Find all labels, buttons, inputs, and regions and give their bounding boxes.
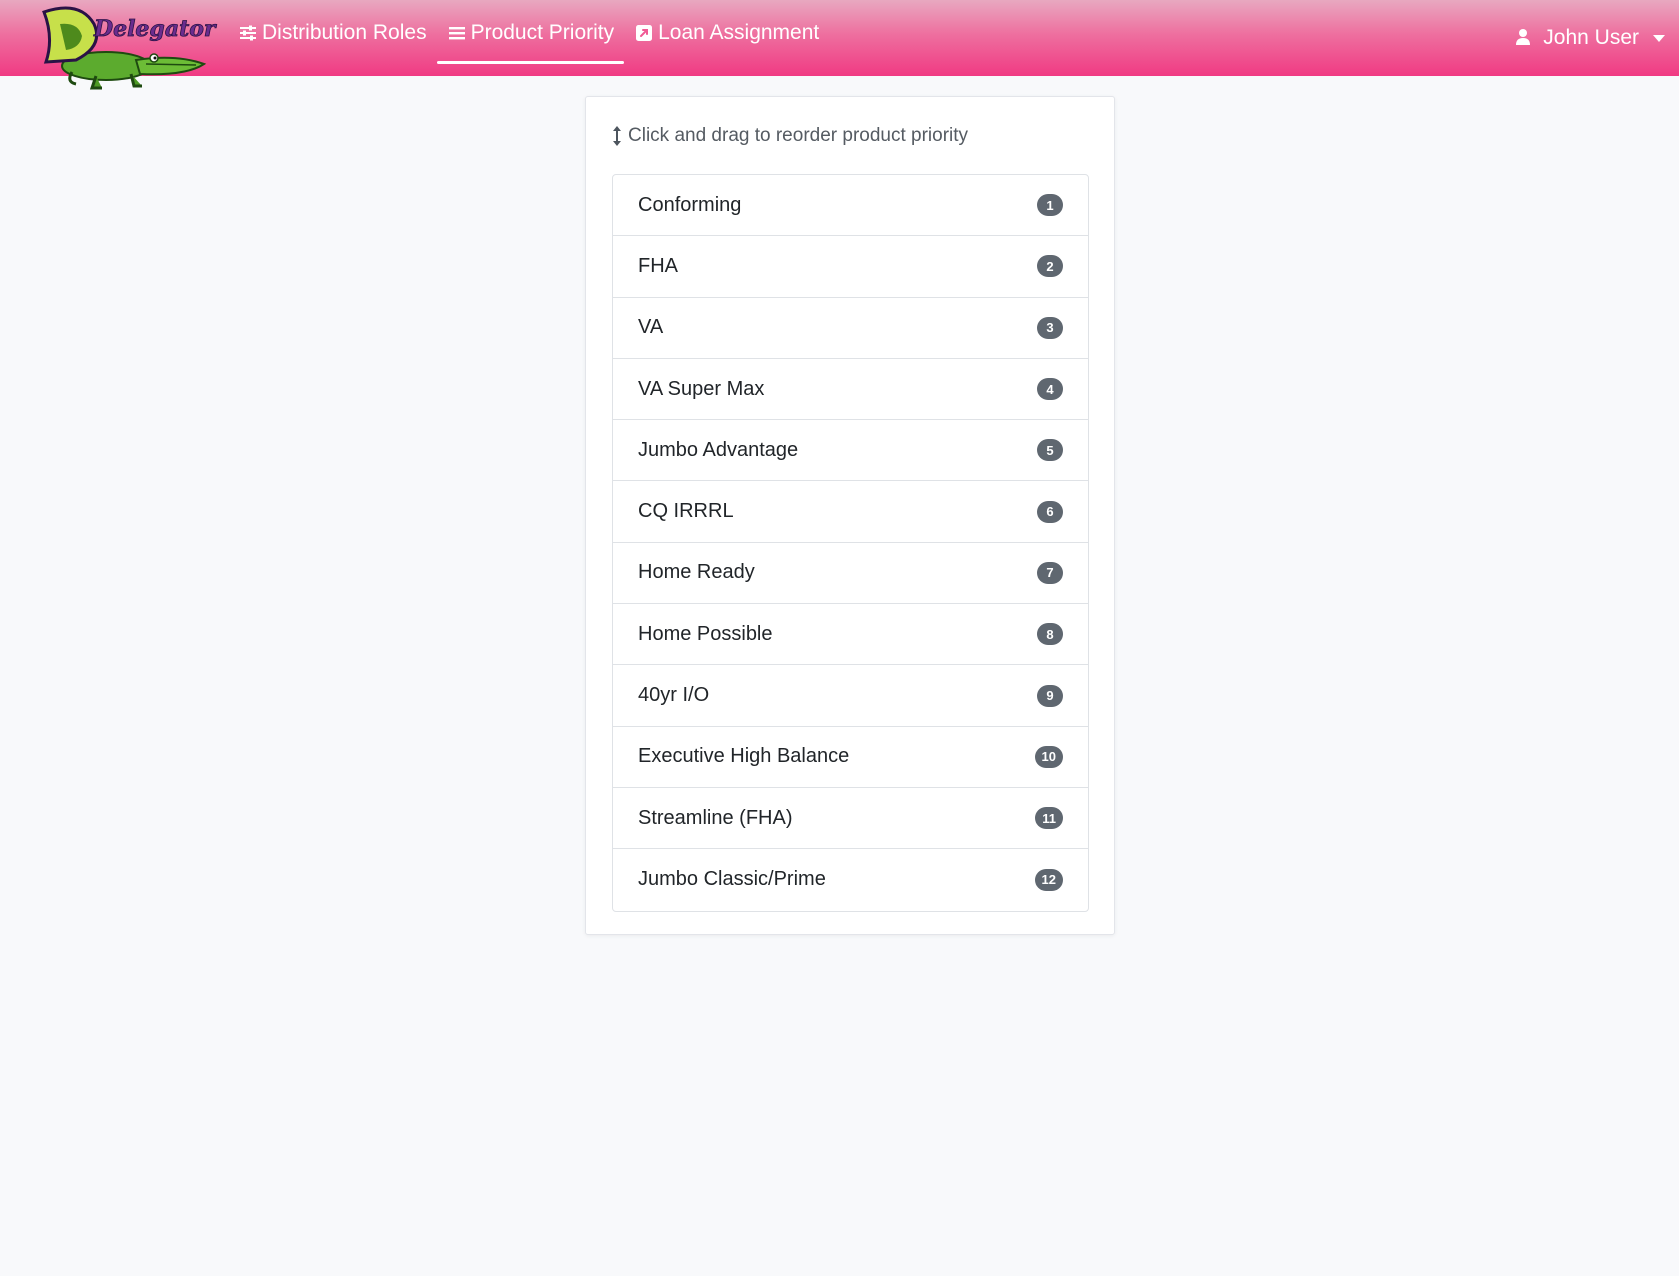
priority-badge: 11 bbox=[1035, 807, 1063, 830]
product-priority-card: Click and drag to reorder product priori… bbox=[585, 96, 1115, 935]
reorder-hint: Click and drag to reorder product priori… bbox=[612, 125, 968, 147]
hint-text: Click and drag to reorder product priori… bbox=[628, 125, 969, 146]
list-item[interactable]: Streamline (FHA) 11 bbox=[613, 788, 1088, 850]
external-link-icon bbox=[634, 23, 654, 43]
nav-label: Loan Assignment bbox=[658, 21, 820, 44]
nav-label: Distribution Roles bbox=[262, 21, 427, 44]
product-name: CQ IRRRL bbox=[638, 500, 734, 523]
nav-label: Product Priority bbox=[470, 21, 615, 44]
list-item[interactable]: FHA 2 bbox=[613, 236, 1088, 298]
priority-badge: 9 bbox=[1037, 684, 1063, 707]
top-navbar: Delegator Distribution Roles Product Pri… bbox=[0, 0, 1679, 90]
main-nav: Distribution Roles Product Priority Loan… bbox=[228, 0, 829, 66]
priority-badge: 1 bbox=[1037, 194, 1063, 217]
sortable-product-list: Conforming 1 FHA 2 VA 3 VA Super Max 4 J… bbox=[612, 174, 1089, 912]
chevron-down-icon bbox=[1653, 34, 1665, 42]
nav-loan-assignment[interactable]: Loan Assignment bbox=[624, 0, 829, 66]
product-name: FHA bbox=[638, 254, 678, 277]
product-name: Home Ready bbox=[638, 561, 755, 584]
list-icon bbox=[447, 23, 467, 43]
priority-badge: 12 bbox=[1034, 868, 1063, 891]
priority-badge: 3 bbox=[1037, 316, 1063, 339]
priority-badge: 10 bbox=[1034, 745, 1063, 768]
priority-badge: 7 bbox=[1037, 561, 1063, 584]
svg-text:Delegator: Delegator bbox=[93, 16, 217, 42]
product-name: Executive High Balance bbox=[638, 745, 850, 768]
list-item[interactable]: 40yr I/O 9 bbox=[613, 665, 1088, 727]
product-name: VA bbox=[638, 316, 664, 339]
nav-distribution-roles[interactable]: Distribution Roles bbox=[228, 0, 437, 66]
vertical-arrows-icon bbox=[612, 125, 624, 147]
product-name: Home Possible bbox=[638, 622, 773, 645]
user-name: John User bbox=[1543, 26, 1639, 49]
delegator-logo[interactable]: Delegator bbox=[36, 2, 217, 92]
user-icon bbox=[1515, 28, 1533, 48]
product-name: Jumbo Classic/Prime bbox=[638, 868, 826, 891]
user-menu-dropdown[interactable]: John User bbox=[1515, 0, 1665, 76]
priority-badge: 2 bbox=[1037, 255, 1063, 278]
list-item[interactable]: CQ IRRRL 6 bbox=[613, 481, 1088, 543]
list-item[interactable]: Home Possible 8 bbox=[613, 604, 1088, 666]
list-item[interactable]: Jumbo Advantage 5 bbox=[613, 420, 1088, 482]
list-item[interactable]: Conforming 1 bbox=[613, 175, 1088, 237]
product-name: 40yr I/O bbox=[638, 684, 710, 707]
product-name: Conforming bbox=[638, 193, 742, 216]
list-item[interactable]: Jumbo Classic/Prime 12 bbox=[613, 849, 1088, 910]
priority-badge: 5 bbox=[1037, 439, 1063, 462]
list-item[interactable]: VA Super Max 4 bbox=[613, 359, 1088, 421]
product-name: Streamline (FHA) bbox=[638, 806, 793, 829]
list-item[interactable]: Executive High Balance 10 bbox=[613, 727, 1088, 788]
priority-badge: 6 bbox=[1037, 500, 1063, 523]
product-name: VA Super Max bbox=[638, 377, 765, 400]
list-item[interactable]: VA 3 bbox=[613, 298, 1088, 359]
sliders-icon bbox=[238, 23, 258, 43]
priority-badge: 4 bbox=[1037, 378, 1063, 401]
list-item[interactable]: Home Ready 7 bbox=[613, 543, 1088, 605]
product-name: Jumbo Advantage bbox=[638, 438, 799, 461]
nav-product-priority[interactable]: Product Priority bbox=[436, 0, 625, 66]
priority-badge: 8 bbox=[1037, 623, 1063, 646]
